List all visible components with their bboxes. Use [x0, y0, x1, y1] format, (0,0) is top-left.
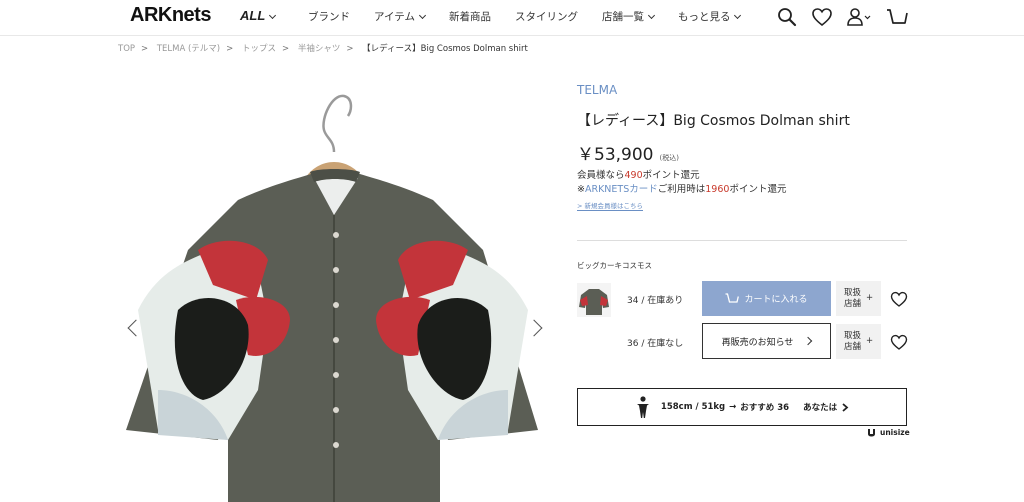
chevron-down-icon	[418, 11, 426, 20]
your-size-label: あなたは	[803, 403, 838, 413]
points-text: ご利用時は	[657, 184, 706, 195]
unisize-label: unisize	[880, 428, 910, 437]
points-value: 1960	[705, 184, 730, 195]
divider	[577, 240, 907, 241]
search-icon[interactable]	[776, 6, 798, 28]
card-points-line: ※ARKNETSカードご利用時は1960ポイント還元	[577, 183, 786, 197]
points-text: ポイント還元	[642, 170, 700, 181]
breadcrumb-subcategory[interactable]: 半袖シャツ	[298, 44, 341, 54]
size-recommend-button[interactable]: 158cm / 51kg → おすすめ 36 あなたは	[577, 388, 907, 426]
breadcrumb-separator: >	[281, 44, 290, 54]
product-image-gallery[interactable]	[118, 60, 548, 502]
plus-icon: +	[865, 336, 874, 346]
arrow-text: →	[729, 402, 737, 412]
chevron-down-icon	[269, 11, 277, 20]
nav-label: スタイリング	[514, 11, 578, 23]
favorite-heart-icon[interactable]	[811, 6, 833, 28]
recommended-size: おすすめ 36	[740, 403, 790, 413]
chevron-down-icon	[734, 11, 742, 20]
product-brand-link[interactable]: TELMA	[577, 83, 617, 97]
plus-icon: +	[865, 293, 874, 303]
breadcrumb-separator: >	[141, 44, 149, 54]
site-logo[interactable]: ARKnets	[130, 4, 211, 27]
account-icon[interactable]	[846, 6, 872, 28]
member-points-line: 会員様なら490ポイント還元	[577, 169, 786, 183]
cart-icon	[725, 292, 740, 303]
nav-item-brand[interactable]: ブランド	[308, 9, 350, 24]
nav-label: 店舗一覧	[601, 11, 644, 23]
add-to-cart-button[interactable]: カートに入れる	[702, 281, 831, 316]
store-label: 取扱店舗	[843, 287, 861, 309]
points-info: 会員様なら490ポイント還元 ※ARKNETSカードご利用時は1960ポイント還…	[577, 169, 786, 197]
site-header: ARKnets ALL ブランド アイテム 新着商品 スタイリング 店舗一覧 も…	[0, 0, 1024, 36]
nav-item-new-arrivals[interactable]: 新着商品	[449, 9, 491, 24]
unisize-logo-icon	[868, 429, 875, 437]
points-text: ※	[577, 184, 585, 195]
card-link[interactable]: ARKNETSカード	[585, 184, 658, 195]
breadcrumb-brand[interactable]: TELMA (テルマ)	[157, 44, 220, 54]
points-value: 490	[624, 170, 643, 181]
tax-note: (税込)	[659, 154, 679, 162]
breadcrumb-top[interactable]: TOP	[118, 44, 135, 54]
breadcrumb: TOP > TELMA (テルマ) > トップス > 半袖シャツ > 【レディース】Bi…	[118, 42, 528, 54]
variant-thumbnail[interactable]	[577, 283, 611, 317]
restock-notify-button[interactable]: 再販売のお知らせ	[702, 323, 831, 359]
chevron-right-icon	[804, 336, 813, 346]
new-member-link[interactable]: > 新規会員様はこちら	[577, 200, 644, 211]
nav-label: ブランド	[308, 11, 350, 23]
breadcrumb-category[interactable]: トップス	[242, 44, 276, 54]
all-menu-toggle[interactable]: ALL	[240, 8, 277, 23]
chevron-right-icon	[842, 402, 849, 412]
favorite-heart-icon[interactable]	[890, 290, 908, 308]
favorite-heart-icon[interactable]	[890, 333, 908, 351]
nav-item-items[interactable]: アイテム	[374, 9, 426, 24]
color-name: ビッグカーキコスモス	[577, 261, 652, 270]
store-label: 取扱店舗	[843, 330, 861, 352]
add-to-cart-label: カートに入れる	[744, 295, 808, 305]
points-text: ポイント還元	[729, 184, 787, 195]
product-price: ￥53,900 (税込)	[577, 140, 679, 165]
body-measure: 158cm / 51kg	[660, 402, 726, 412]
unisize-badge: unisize	[867, 428, 910, 437]
main-nav: ブランド アイテム 新着商品 スタイリング 店舗一覧 もっと見る	[308, 9, 764, 24]
new-member-link-label: 新規会員様はこちら	[584, 202, 644, 210]
nav-label: もっと見る	[677, 11, 731, 23]
nav-item-more[interactable]: もっと見る	[677, 9, 742, 24]
all-menu-label: ALL	[240, 8, 266, 23]
breadcrumb-separator: >	[346, 44, 354, 54]
size-stock-34: 34 / 在庫あり	[627, 296, 684, 306]
breadcrumb-current: 【レディース】Big Cosmos Dolman shirt	[362, 44, 528, 54]
breadcrumb-separator: >	[226, 44, 234, 54]
size-stock-36: 36 / 在庫なし	[627, 339, 684, 349]
product-title: 【レディース】Big Cosmos Dolman shirt	[577, 113, 850, 129]
store-availability-button[interactable]: 取扱店舗 +	[836, 324, 881, 359]
store-availability-button[interactable]: 取扱店舗 +	[836, 281, 881, 316]
chevron-down-icon	[647, 11, 655, 20]
cart-icon[interactable]	[886, 6, 908, 28]
nav-label: 新着商品	[448, 11, 491, 23]
product-image	[126, 94, 538, 502]
points-text: 会員様なら	[577, 170, 625, 181]
price-value: ￥53,900	[577, 145, 654, 165]
body-figure-icon	[636, 396, 649, 418]
nav-item-stores[interactable]: 店舗一覧	[601, 9, 655, 24]
restock-notify-label: 再販売のお知らせ	[721, 337, 794, 348]
nav-item-styling[interactable]: スタイリング	[515, 9, 578, 24]
nav-label: アイテム	[374, 11, 415, 23]
